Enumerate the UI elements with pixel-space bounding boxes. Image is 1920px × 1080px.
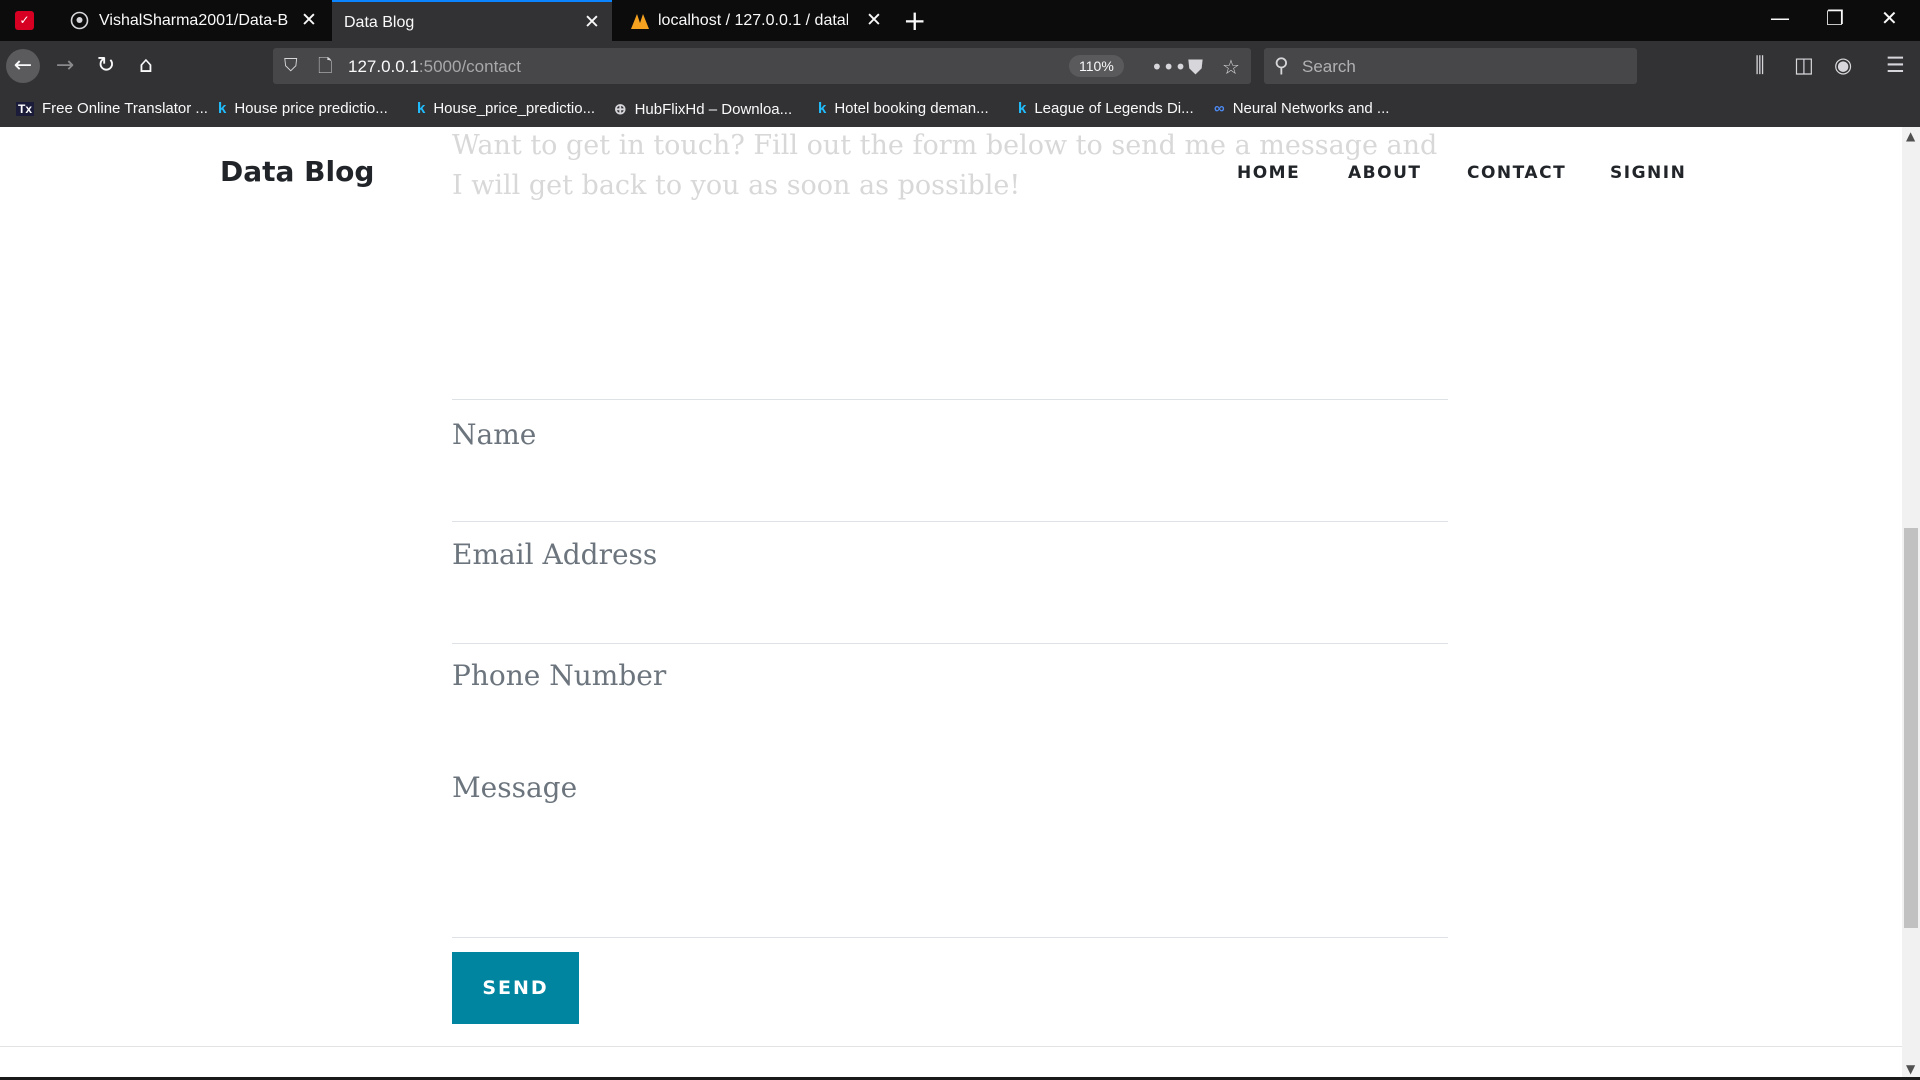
nav-about[interactable]: ABOUT [1348,163,1421,183]
tab-phpmyadmin[interactable]: localhost / 127.0.0.1 / datablog ✕ [614,0,889,41]
nav-home[interactable]: HOME [1237,163,1300,183]
page-info-icon[interactable]: 🗋 [318,54,332,84]
site-brand[interactable]: Data Blog [220,155,374,188]
minimize-icon[interactable]: — [1770,6,1790,30]
url-path: :5000/contact [418,57,521,76]
bookmark-item[interactable]: k House_price_predictio... [417,100,595,117]
new-tab-icon[interactable]: + [903,4,926,37]
phpmyadmin-icon [629,11,649,30]
search-box[interactable]: ⚲ Search [1264,48,1637,84]
kaggle-icon: k [417,100,426,117]
scroll-down-icon[interactable]: ▼ [1906,1062,1915,1076]
tab-title: localhost / 127.0.0.1 / datablog [658,12,848,29]
search-icon: ⚲ [1274,53,1289,77]
zoom-level-badge[interactable]: 110% [1069,55,1124,77]
back-arrow-icon[interactable]: ← [6,49,40,83]
name-field[interactable]: Name [452,282,1448,451]
bookmark-label: Free Online Translator ... [42,100,208,117]
tab-title: Data Blog [344,14,415,31]
url-text[interactable]: 127.0.0.1:5000/contact [348,57,521,77]
kaggle-icon: k [218,100,227,117]
message-field[interactable]: Message [452,645,1448,938]
bookmark-item[interactable]: k League of Legends Di... [1018,100,1194,117]
translator-icon: Tx [16,102,35,116]
contact-intro-text: Want to get in touch? Fill out the form … [452,130,1438,201]
bookmarks-toolbar: Tx Free Online Translator ... k House pric… [0,91,1920,127]
bookmark-item[interactable]: k Hotel booking deman... [818,100,989,117]
close-icon[interactable]: ✕ [584,11,600,34]
bookmark-label: HubFlixHd – Downloa... [634,101,793,118]
tracking-protection-shield-icon[interactable]: ⛉ [284,55,298,76]
scrollbar-thumb[interactable] [1904,528,1918,928]
email-field[interactable]: Email Address [452,401,1448,571]
page-actions-icon[interactable]: ••• [1151,55,1186,79]
sidebar-icon[interactable]: ◫ [1794,53,1814,77]
kaggle-icon: k [1018,100,1027,117]
nav-contact[interactable]: CONTACT [1467,163,1566,183]
library-icon[interactable]: ⫼ [1755,53,1765,78]
close-icon[interactable]: ✕ [866,9,882,32]
navigation-toolbar: ← → ↻ ⌂ ⛉ 🗋 127.0.0.1:5000/contact 110% … [0,41,1920,91]
url-host: 127.0.0.1 [348,57,419,76]
hamburger-menu-icon[interactable]: ☰ [1886,53,1905,77]
github-icon [70,11,89,30]
tab-github[interactable]: VishalSharma2001/Data-Blog-... ✕ [55,0,330,41]
tab-title: VishalSharma2001/Data-Blog-... [99,12,289,29]
account-icon[interactable]: ◉ [1834,53,1852,77]
bookmark-label: House price predictio... [234,100,388,117]
reload-icon[interactable]: ↻ [89,49,123,83]
tab-strip: ✓ VishalSharma2001/Data-Blog-... ✕ Data … [0,0,1920,41]
bookmark-label: Neural Networks and ... [1232,100,1390,117]
home-icon[interactable]: ⌂ [129,49,163,83]
bookmark-item[interactable]: Tx Free Online Translator ... [16,100,208,117]
bookmark-item[interactable]: ∞ Neural Networks and ... [1214,100,1389,117]
close-icon[interactable]: ✕ [301,9,317,32]
coursera-icon: ∞ [1214,100,1225,117]
bookmark-star-icon[interactable]: ☆ [1222,55,1240,79]
search-placeholder: Search [1302,57,1356,76]
nav-signin[interactable]: SIGNIN [1610,163,1686,183]
kaggle-icon: k [818,100,827,117]
bookmark-label: House_price_predictio... [433,100,596,117]
window-close-icon[interactable]: ✕ [1881,6,1898,30]
tab-data-blog[interactable]: Data Blog ✕ [332,0,612,41]
bookmark-item[interactable]: k House price predictio... [218,100,388,117]
bookmark-item[interactable]: ⊕ HubFlixHd – Downloa... [614,100,792,118]
restore-icon[interactable]: ❐ [1826,6,1844,30]
message-placeholder: Message [452,771,578,804]
page-content: Want to get in touch? Fill out the form … [0,127,1902,1080]
pocket-icon[interactable]: ⛊ [1188,55,1203,79]
page-scrollbar[interactable]: ▲ ▼ [1902,127,1920,1080]
globe-icon: ⊕ [614,101,627,118]
bookmark-label: Hotel booking deman... [834,100,989,117]
bookmark-label: League of Legends Di... [1034,100,1194,117]
phone-field[interactable]: Phone Number [452,523,1448,692]
footer-divider [0,1046,1902,1047]
address-bar[interactable]: ⛉ 🗋 127.0.0.1:5000/contact 110% ••• ⛊ ☆ [273,48,1251,84]
scroll-up-icon[interactable]: ▲ [1906,129,1915,143]
browser-menu-icon[interactable]: ✓ [15,11,34,30]
forward-arrow-icon[interactable]: → [48,49,82,83]
send-button[interactable]: SEND [452,952,579,1024]
